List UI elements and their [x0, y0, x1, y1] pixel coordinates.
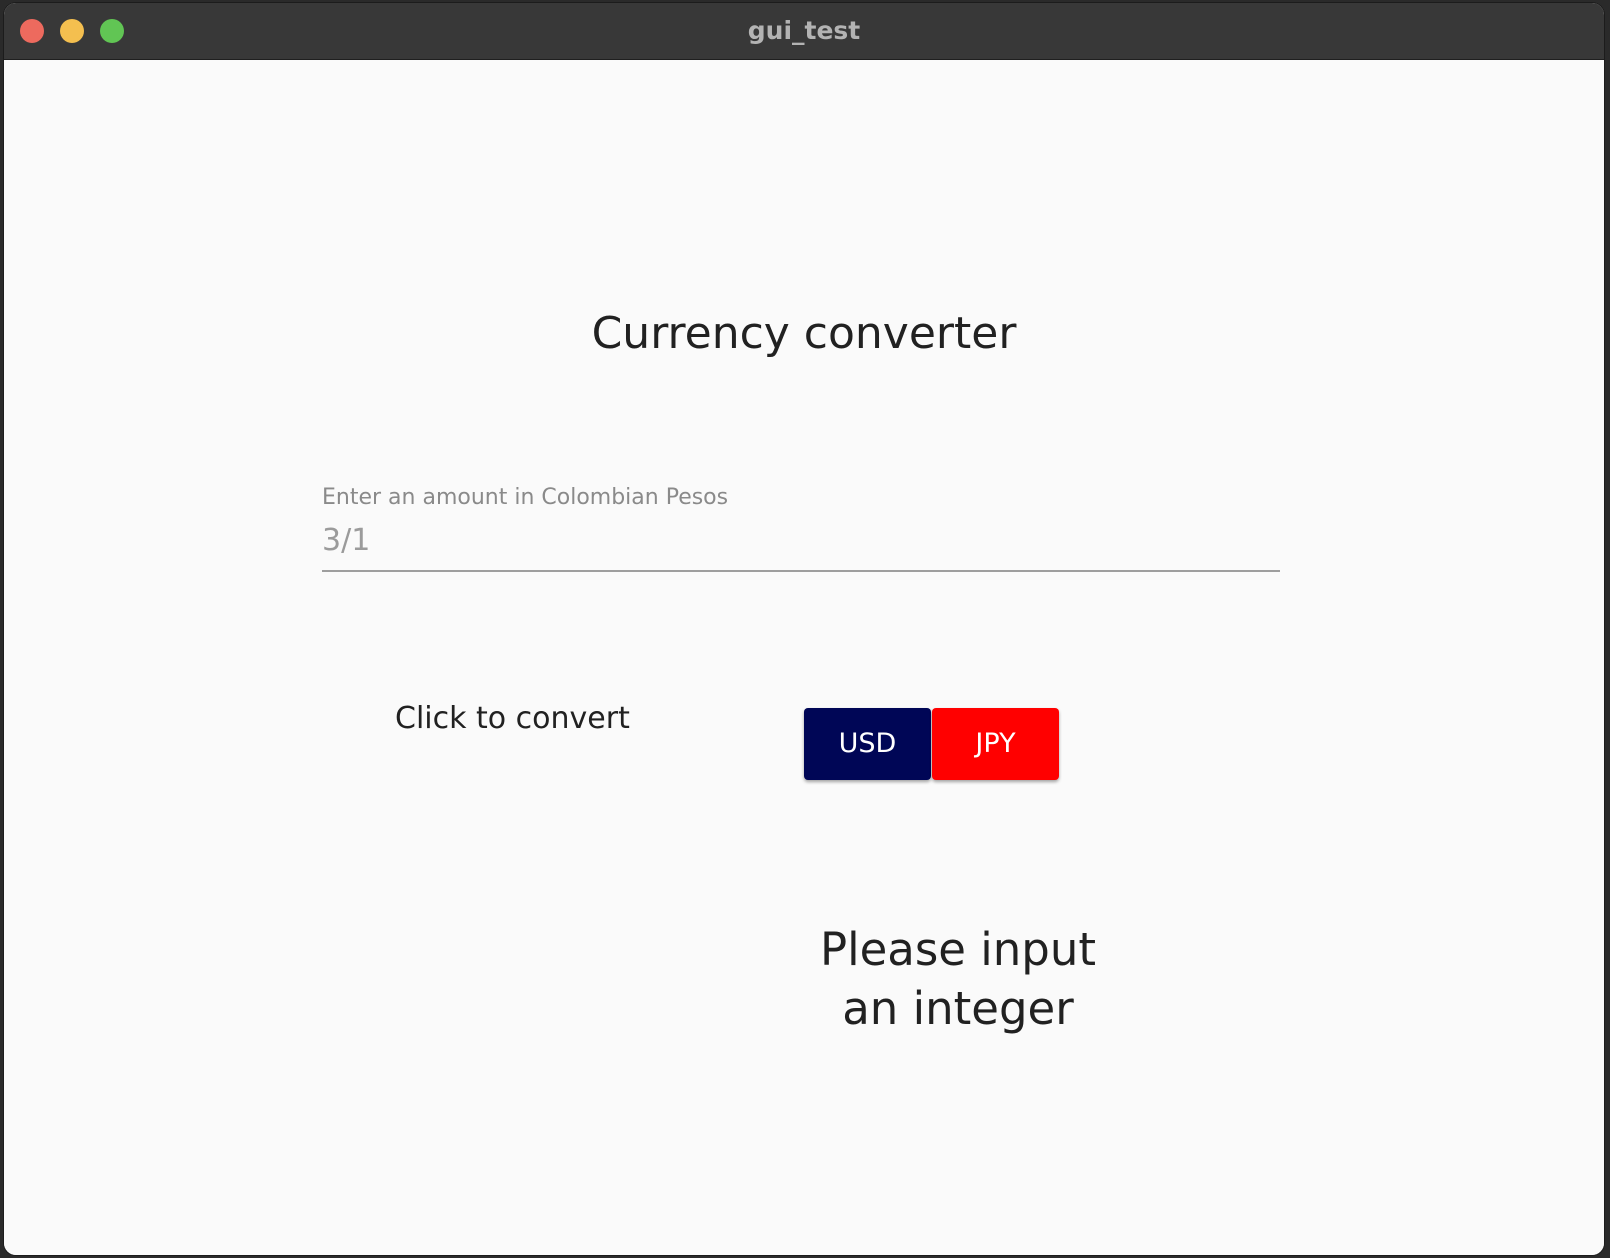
convert-label: Click to convert — [395, 701, 630, 736]
result-message: Please input an integer — [758, 920, 1158, 1038]
result-message-line-2: an integer — [842, 982, 1074, 1035]
usd-button[interactable]: USD — [804, 708, 931, 780]
title-bar[interactable]: gui_test — [4, 3, 1604, 60]
amount-field[interactable]: Enter an amount in Colombian Pesos — [322, 484, 1280, 572]
window-title: gui_test — [747, 16, 861, 45]
main-content: Currency converter Enter an amount in Co… — [4, 60, 1604, 1255]
page-title: Currency converter — [591, 308, 1017, 359]
result-message-line-1: Please input — [819, 923, 1097, 976]
app-window: gui_test Currency converter Enter an amo… — [4, 3, 1604, 1255]
amount-field-label: Enter an amount in Colombian Pesos — [322, 485, 729, 510]
amount-input[interactable] — [322, 520, 1262, 560]
jpy-button[interactable]: JPY — [932, 708, 1059, 780]
